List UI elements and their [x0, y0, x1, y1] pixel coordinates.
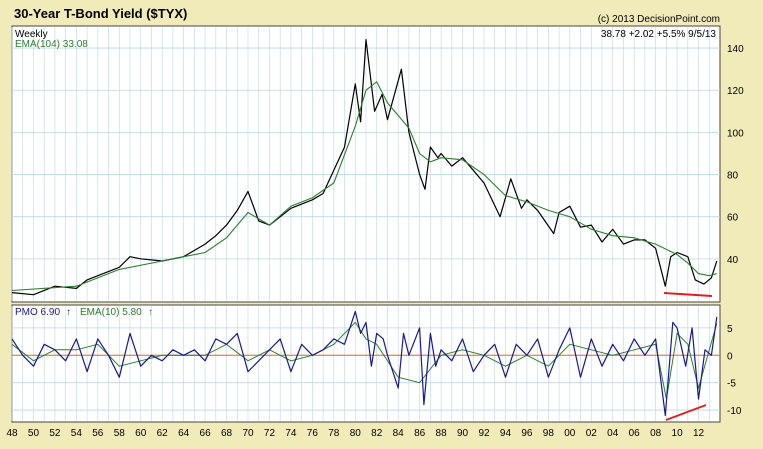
x-tick-label: 90: [457, 428, 469, 439]
x-tick-label: 68: [221, 428, 233, 439]
x-tick-label: 66: [200, 428, 212, 439]
quote-text: 38.78 +2.02 +5.5% 9/5/13: [601, 29, 717, 40]
x-tick-label: 76: [307, 428, 319, 439]
price-y-tick-label: 40: [727, 255, 739, 266]
pmo-panel: -10 -5 0 5 PMO 6.90 ↑ EMA(10) 5.80 ↑: [11, 304, 742, 423]
x-tick-label: 78: [328, 428, 340, 439]
x-tick-label: 98: [543, 428, 555, 439]
x-tick-label: 06: [629, 428, 641, 439]
x-tick-label: 50: [28, 428, 40, 439]
x-tick-label: 86: [414, 428, 426, 439]
x-tick-label: 60: [135, 428, 147, 439]
x-tick-label: 54: [71, 428, 83, 439]
pmo-y-tick-label: 0: [727, 351, 733, 362]
pmo-y-tick-label: -5: [727, 379, 736, 390]
pmo-ema-legend-label: EMA(10) 5.80: [80, 307, 142, 318]
x-tick-label: 00: [564, 428, 576, 439]
price-y-tick-label: 120: [727, 86, 744, 97]
pmo-y-tick-label: -10: [727, 406, 742, 417]
price-panel: 406080100120140 Weekly EMA(104) 33.08 38…: [11, 25, 744, 303]
x-tick-label: 94: [500, 428, 512, 439]
x-tick-label: 82: [371, 428, 383, 439]
pmo-ema-arrow-icon: ↑: [148, 307, 153, 318]
chart-canvas: 30-Year T-Bond Yield ($TYX) (c) 2013 Dec…: [0, 0, 763, 449]
x-tick-label: 52: [49, 428, 61, 439]
x-tick-label: 96: [521, 428, 533, 439]
x-tick-label: 04: [607, 428, 619, 439]
x-tick-label: 02: [586, 428, 598, 439]
x-tick-label: 48: [6, 428, 18, 439]
price-y-tick-label: 140: [727, 44, 744, 55]
x-tick-label: 58: [114, 428, 126, 439]
x-tick-label: 56: [92, 428, 104, 439]
x-tick-label: 70: [242, 428, 254, 439]
chart-title: 30-Year T-Bond Yield ($TYX): [14, 6, 187, 21]
price-y-tick-label: 80: [727, 171, 739, 182]
price-y-tick-label: 60: [727, 213, 739, 224]
x-tick-label: 74: [285, 428, 297, 439]
price-y-tick-label: 100: [727, 128, 744, 139]
x-tick-label: 62: [157, 428, 169, 439]
pmo-legend-arrow-icon: ↑: [66, 307, 71, 318]
x-tick-label: 88: [436, 428, 448, 439]
x-tick-label: 64: [178, 428, 190, 439]
pmo-y-tick-label: 5: [727, 324, 733, 335]
x-tick-label: 72: [264, 428, 276, 439]
x-tick-label: 08: [650, 428, 662, 439]
x-tick-label: 10: [672, 428, 684, 439]
x-tick-label: 12: [693, 428, 705, 439]
x-tick-label: 80: [350, 428, 362, 439]
copyright-text: (c) 2013 DecisionPoint.com: [598, 14, 720, 25]
pmo-legend-label: PMO 6.90: [15, 307, 60, 318]
ema-legend-label: EMA(104) 33.08: [15, 39, 88, 50]
x-tick-label: 92: [478, 428, 490, 439]
x-tick-label: 84: [393, 428, 405, 439]
